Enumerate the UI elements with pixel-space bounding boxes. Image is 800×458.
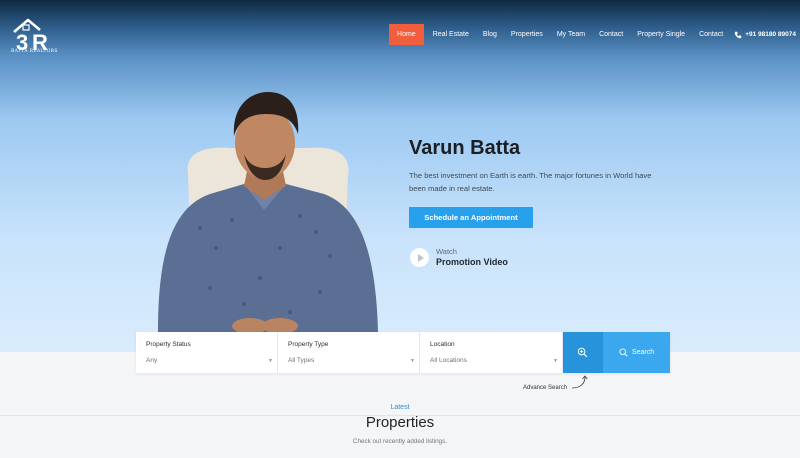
nav-my-team[interactable]: My Team xyxy=(550,24,592,45)
location-value: All Locations xyxy=(430,357,467,364)
phone-number: +91 98180 89074 xyxy=(745,31,796,38)
curved-arrow-icon xyxy=(571,375,588,389)
location-label: Location xyxy=(430,341,455,348)
watch-label: Watch xyxy=(436,247,457,256)
hero-title: Varun Batta xyxy=(409,137,521,159)
brand-name: BATTA REALTORS xyxy=(11,49,58,54)
property-type-select[interactable]: Property Type All Types ▼ xyxy=(278,332,420,373)
nav-blog[interactable]: Blog xyxy=(476,24,504,45)
property-type-label: Property Type xyxy=(288,341,329,348)
phone-link[interactable]: +91 98180 89074 xyxy=(730,31,796,39)
main-nav: Home Real Estate Blog Properties My Team… xyxy=(389,24,796,45)
search-button-label: Search xyxy=(631,349,655,356)
chevron-down-icon: ▼ xyxy=(410,358,415,364)
phone-icon xyxy=(735,31,742,38)
nav-properties[interactable]: Properties xyxy=(504,24,550,45)
zoom-in-icon xyxy=(577,347,588,358)
property-status-value: Any xyxy=(146,357,158,364)
hero-section: 3 R BATTA REALTORS Home Real Estate Blog… xyxy=(0,0,800,352)
nav-home[interactable]: Home xyxy=(389,24,424,45)
section-title: Properties xyxy=(365,414,435,431)
schedule-appointment-button[interactable]: Schedule an Appointment xyxy=(409,207,533,228)
location-select[interactable]: Location All Locations ▼ xyxy=(420,332,563,373)
property-search-bar: Property Status Any ▼ Property Type All … xyxy=(136,332,670,373)
property-status-label: Property Status xyxy=(146,341,191,348)
property-status-select[interactable]: Property Status Any ▼ xyxy=(136,332,278,373)
search-button[interactable]: Search xyxy=(603,332,670,373)
section-kicker: Latest xyxy=(390,404,410,411)
section-subtitle: Check out recently added listings. xyxy=(352,438,448,445)
nav-contact-2[interactable]: Contact xyxy=(692,24,730,45)
hero-description: The best investment on Earth is earth. T… xyxy=(409,171,652,193)
property-type-value: All Types xyxy=(288,357,315,364)
agent-portrait xyxy=(158,92,378,334)
chevron-down-icon: ▼ xyxy=(268,358,273,364)
nav-real-estate[interactable]: Real Estate xyxy=(426,24,476,45)
advance-search-button[interactable] xyxy=(563,332,603,373)
promotion-video-link[interactable]: Promotion Video xyxy=(436,257,508,267)
nav-contact[interactable]: Contact xyxy=(592,24,630,45)
search-icon xyxy=(619,348,628,357)
advance-search-link[interactable]: Advance Search xyxy=(523,385,567,391)
nav-property-single[interactable]: Property Single xyxy=(630,24,692,45)
chevron-down-icon: ▼ xyxy=(553,358,558,364)
play-video-icon[interactable] xyxy=(410,248,429,267)
